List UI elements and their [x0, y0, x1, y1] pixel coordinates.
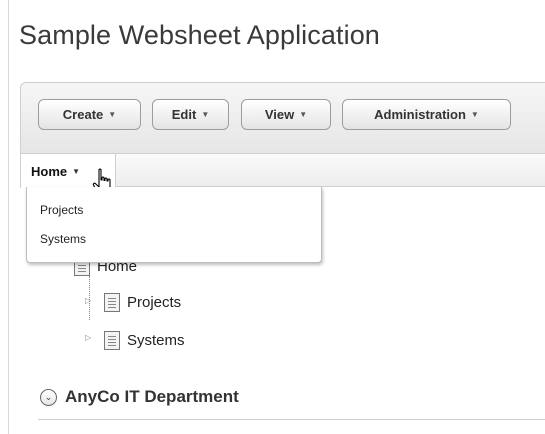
create-button[interactable]: Create ▼: [38, 99, 141, 130]
tree-node-label: Systems: [127, 332, 185, 349]
tree-node-projects[interactable]: Projects: [104, 293, 181, 312]
section-title: AnyCo IT Department: [65, 387, 239, 406]
document-icon: [104, 331, 120, 350]
page-title: Sample Websheet Application: [19, 20, 380, 50]
chevron-down-icon: ▼: [108, 110, 117, 119]
expand-triangle-icon[interactable]: ▷: [85, 333, 91, 342]
administration-button[interactable]: Administration ▼: [342, 99, 511, 130]
chevron-down-icon: ▼: [470, 110, 479, 119]
edit-button[interactable]: Edit ▼: [152, 99, 229, 130]
edit-button-label: Edit: [171, 107, 197, 122]
chevron-down-icon: ▼: [72, 166, 81, 176]
document-icon: [104, 293, 120, 312]
tab-home-label: Home: [31, 163, 68, 179]
tree-node-systems[interactable]: Systems: [104, 331, 185, 350]
menu-item-projects[interactable]: Projects: [40, 203, 83, 217]
toolbar: Create ▼ Edit ▼ View ▼ Administration ▼: [20, 82, 545, 154]
view-button-label: View: [264, 107, 295, 122]
section-header: ⌄ AnyCo IT Department: [40, 387, 239, 407]
collapse-toggle-icon[interactable]: ⌄: [40, 388, 57, 406]
tab-home[interactable]: Home ▼: [20, 154, 116, 188]
view-button[interactable]: View ▼: [241, 99, 331, 130]
tab-bar: Home ▼: [20, 154, 545, 188]
chevron-down-icon: ▼: [299, 110, 308, 119]
section-divider: [38, 419, 545, 420]
home-dropdown-menu: Projects Systems: [26, 187, 322, 263]
create-button-label: Create: [62, 107, 104, 122]
tree-node-label: Projects: [127, 294, 182, 311]
chevron-down-icon: ▼: [201, 110, 210, 119]
menu-item-systems[interactable]: Systems: [40, 232, 86, 246]
administration-button-label: Administration: [374, 107, 466, 122]
expand-triangle-icon[interactable]: ▷: [85, 296, 91, 305]
